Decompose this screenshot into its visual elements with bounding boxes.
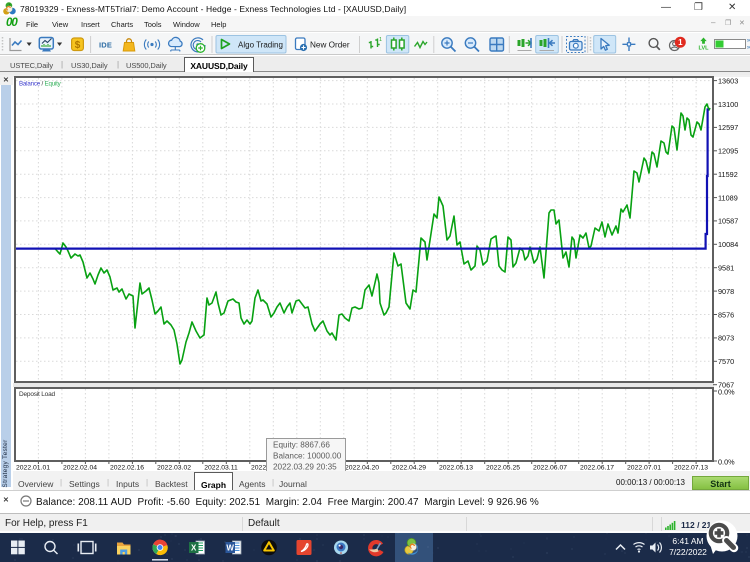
svg-text:LVL: LVL (699, 46, 710, 52)
svg-text:10084: 10084 (718, 240, 738, 249)
svg-text:10587: 10587 (718, 217, 738, 226)
svg-text:$: $ (75, 40, 81, 51)
svg-text:W: W (226, 543, 234, 552)
svg-text:9078: 9078 (718, 287, 734, 296)
svg-text:12095: 12095 (718, 147, 738, 156)
svg-text:Balance / Equity: Balance / Equity (19, 81, 62, 88)
svg-text:Algo Trading: Algo Trading (238, 41, 283, 50)
svg-text:13100: 13100 (718, 100, 738, 109)
svg-text:1: 1 (379, 37, 382, 43)
svg-text:8576: 8576 (718, 310, 734, 319)
svg-text:0.0%: 0.0% (718, 388, 735, 397)
svg-text:IDE: IDE (99, 41, 112, 50)
svg-text:13603: 13603 (718, 76, 738, 85)
svg-text:X: X (191, 543, 197, 552)
svg-text:8073: 8073 (718, 334, 734, 343)
svg-text:7570: 7570 (718, 357, 734, 366)
svg-text:1: 1 (678, 38, 683, 47)
svg-text:Equity: 8867.66: Equity: 8867.66 (273, 441, 330, 450)
svg-text:New Order: New Order (310, 41, 350, 50)
svg-text:11089: 11089 (718, 193, 738, 202)
svg-text:0.0%: 0.0% (718, 458, 735, 467)
svg-text:12597: 12597 (718, 123, 738, 132)
svg-text:Deposit Load: Deposit Load (19, 391, 55, 398)
svg-text:Balance: 10000.00: Balance: 10000.00 (273, 452, 342, 461)
svg-text:9581: 9581 (718, 264, 734, 273)
svg-text:11592: 11592 (718, 170, 738, 179)
